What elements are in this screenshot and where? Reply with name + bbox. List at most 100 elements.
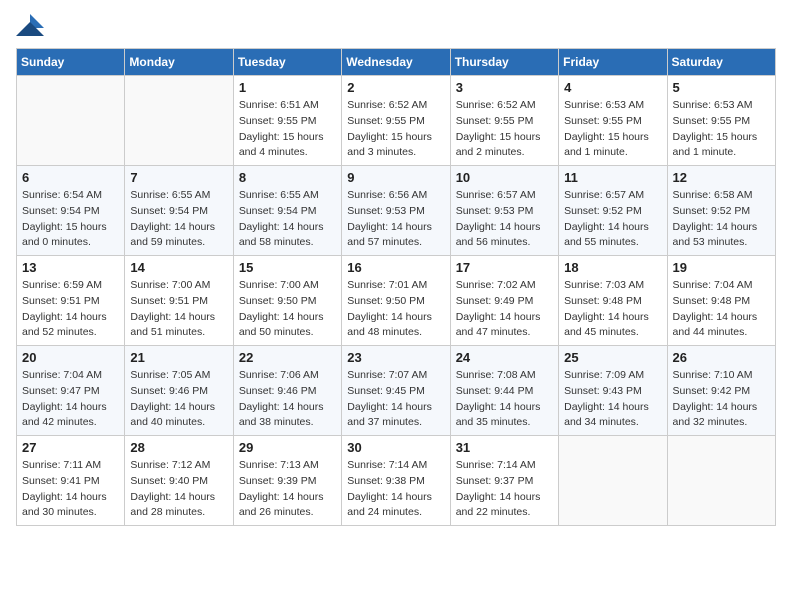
calendar-header-monday: Monday — [125, 49, 233, 76]
day-detail: Sunrise: 6:56 AMSunset: 9:53 PMDaylight:… — [347, 188, 444, 251]
day-number: 26 — [673, 350, 770, 365]
calendar-header-tuesday: Tuesday — [233, 49, 341, 76]
calendar-cell: 3 Sunrise: 6:52 AMSunset: 9:55 PMDaylight… — [450, 76, 558, 166]
calendar-week-row: 1 Sunrise: 6:51 AMSunset: 9:55 PMDaylight… — [17, 76, 776, 166]
day-number: 28 — [130, 440, 227, 455]
calendar-cell: 7 Sunrise: 6:55 AMSunset: 9:54 PMDaylight… — [125, 166, 233, 256]
day-detail: Sunrise: 7:14 AMSunset: 9:38 PMDaylight:… — [347, 458, 444, 521]
day-number: 8 — [239, 170, 336, 185]
calendar-cell: 26Sunrise: 7:10 AMSunset: 9:42 PMDayligh… — [667, 346, 775, 436]
calendar-cell: 13 Sunrise: 6:59 AMSunset: 9:51 PMDayligh… — [17, 256, 125, 346]
day-number: 11 — [564, 170, 661, 185]
calendar-cell: 1 Sunrise: 6:51 AMSunset: 9:55 PMDaylight… — [233, 76, 341, 166]
day-detail: Sunrise: 7:07 AMSunset: 9:45 PMDaylight:… — [347, 368, 444, 431]
day-number: 2 — [347, 80, 444, 95]
calendar-week-row: 6 Sunrise: 6:54 AMSunset: 9:54 PMDaylight… — [17, 166, 776, 256]
calendar-cell: 30 Sunrise: 7:14 AMSunset: 9:38 PMDayligh… — [342, 436, 450, 526]
day-number: 6 — [22, 170, 119, 185]
calendar-cell: 2 Sunrise: 6:52 AMSunset: 9:55 PMDaylight… — [342, 76, 450, 166]
day-detail: Sunrise: 6:55 AMSunset: 9:54 PMDaylight:… — [130, 188, 227, 251]
calendar-week-row: 13 Sunrise: 6:59 AMSunset: 9:51 PMDayligh… — [17, 256, 776, 346]
calendar-cell — [17, 76, 125, 166]
calendar-cell — [125, 76, 233, 166]
day-number: 29 — [239, 440, 336, 455]
calendar-cell: 29 Sunrise: 7:13 AMSunset: 9:39 PMDayligh… — [233, 436, 341, 526]
day-detail: Sunrise: 7:12 AMSunset: 9:40 PMDaylight:… — [130, 458, 227, 521]
calendar-header-thursday: Thursday — [450, 49, 558, 76]
day-number: 21 — [130, 350, 227, 365]
day-detail: Sunrise: 7:06 AMSunset: 9:46 PMDaylight:… — [239, 368, 336, 431]
calendar-cell: 31 Sunrise: 7:14 AMSunset: 9:37 PMDayligh… — [450, 436, 558, 526]
calendar-cell — [559, 436, 667, 526]
day-number: 10 — [456, 170, 553, 185]
day-detail: Sunrise: 7:04 AMSunset: 9:48 PMDaylight:… — [673, 278, 770, 341]
calendar-cell: 19 Sunrise: 7:04 AMSunset: 9:48 PMDayligh… — [667, 256, 775, 346]
day-detail: Sunrise: 7:13 AMSunset: 9:39 PMDaylight:… — [239, 458, 336, 521]
day-detail: Sunrise: 6:57 AMSunset: 9:52 PMDaylight:… — [564, 188, 661, 251]
calendar-cell: 10 Sunrise: 6:57 AMSunset: 9:53 PMDayligh… — [450, 166, 558, 256]
day-number: 31 — [456, 440, 553, 455]
day-detail: Sunrise: 6:53 AMSunset: 9:55 PMDaylight:… — [673, 98, 770, 161]
calendar-cell: 23 Sunrise: 7:07 AMSunset: 9:45 PMDayligh… — [342, 346, 450, 436]
day-number: 16 — [347, 260, 444, 275]
generalblue-logo-icon — [16, 14, 44, 36]
day-detail: Sunrise: 7:01 AMSunset: 9:50 PMDaylight:… — [347, 278, 444, 341]
calendar-week-row: 20 Sunrise: 7:04 AMSunset: 9:47 PMDayligh… — [17, 346, 776, 436]
calendar-cell: 22 Sunrise: 7:06 AMSunset: 9:46 PMDayligh… — [233, 346, 341, 436]
logo — [16, 16, 48, 38]
calendar-table: SundayMondayTuesdayWednesdayThursdayFrid… — [16, 48, 776, 526]
day-number: 25 — [564, 350, 661, 365]
day-number: 18 — [564, 260, 661, 275]
calendar-cell: 27Sunrise: 7:11 AMSunset: 9:41 PMDayligh… — [17, 436, 125, 526]
day-detail: Sunrise: 6:53 AMSunset: 9:55 PMDaylight:… — [564, 98, 661, 161]
day-detail: Sunrise: 6:54 AMSunset: 9:54 PMDaylight:… — [22, 188, 119, 251]
day-number: 12 — [673, 170, 770, 185]
day-number: 1 — [239, 80, 336, 95]
calendar-header-row: SundayMondayTuesdayWednesdayThursdayFrid… — [17, 49, 776, 76]
day-detail: Sunrise: 7:08 AMSunset: 9:44 PMDaylight:… — [456, 368, 553, 431]
day-number: 27 — [22, 440, 119, 455]
day-number: 9 — [347, 170, 444, 185]
calendar-cell: 14 Sunrise: 7:00 AMSunset: 9:51 PMDayligh… — [125, 256, 233, 346]
calendar-cell: 12 Sunrise: 6:58 AMSunset: 9:52 PMDayligh… — [667, 166, 775, 256]
day-number: 30 — [347, 440, 444, 455]
day-number: 15 — [239, 260, 336, 275]
day-detail: Sunrise: 7:04 AMSunset: 9:47 PMDaylight:… — [22, 368, 119, 431]
day-number: 3 — [456, 80, 553, 95]
day-number: 23 — [347, 350, 444, 365]
calendar-cell: 21 Sunrise: 7:05 AMSunset: 9:46 PMDayligh… — [125, 346, 233, 436]
day-detail: Sunrise: 7:00 AMSunset: 9:50 PMDaylight:… — [239, 278, 336, 341]
calendar-header-wednesday: Wednesday — [342, 49, 450, 76]
day-detail: Sunrise: 7:02 AMSunset: 9:49 PMDaylight:… — [456, 278, 553, 341]
calendar-cell: 16 Sunrise: 7:01 AMSunset: 9:50 PMDayligh… — [342, 256, 450, 346]
calendar-cell: 25Sunrise: 7:09 AMSunset: 9:43 PMDayligh… — [559, 346, 667, 436]
day-detail: Sunrise: 6:57 AMSunset: 9:53 PMDaylight:… — [456, 188, 553, 251]
calendar-cell: 28 Sunrise: 7:12 AMSunset: 9:40 PMDayligh… — [125, 436, 233, 526]
calendar-cell: 15 Sunrise: 7:00 AMSunset: 9:50 PMDayligh… — [233, 256, 341, 346]
day-number: 13 — [22, 260, 119, 275]
day-detail: Sunrise: 7:05 AMSunset: 9:46 PMDaylight:… — [130, 368, 227, 431]
day-detail: Sunrise: 6:58 AMSunset: 9:52 PMDaylight:… — [673, 188, 770, 251]
day-detail: Sunrise: 6:51 AMSunset: 9:55 PMDaylight:… — [239, 98, 336, 161]
calendar-cell: 8 Sunrise: 6:55 AMSunset: 9:54 PMDaylight… — [233, 166, 341, 256]
day-number: 14 — [130, 260, 227, 275]
day-number: 20 — [22, 350, 119, 365]
calendar-cell: 4 Sunrise: 6:53 AMSunset: 9:55 PMDaylight… — [559, 76, 667, 166]
day-number: 7 — [130, 170, 227, 185]
day-number: 5 — [673, 80, 770, 95]
calendar-cell: 5 Sunrise: 6:53 AMSunset: 9:55 PMDaylight… — [667, 76, 775, 166]
calendar-cell: 20 Sunrise: 7:04 AMSunset: 9:47 PMDayligh… — [17, 346, 125, 436]
day-detail: Sunrise: 6:59 AMSunset: 9:51 PMDaylight:… — [22, 278, 119, 341]
calendar-week-row: 27Sunrise: 7:11 AMSunset: 9:41 PMDayligh… — [17, 436, 776, 526]
calendar-cell: 6 Sunrise: 6:54 AMSunset: 9:54 PMDaylight… — [17, 166, 125, 256]
calendar-cell: 18Sunrise: 7:03 AMSunset: 9:48 PMDayligh… — [559, 256, 667, 346]
day-detail: Sunrise: 6:52 AMSunset: 9:55 PMDaylight:… — [347, 98, 444, 161]
day-number: 19 — [673, 260, 770, 275]
day-detail: Sunrise: 6:55 AMSunset: 9:54 PMDaylight:… — [239, 188, 336, 251]
day-number: 22 — [239, 350, 336, 365]
calendar-header-friday: Friday — [559, 49, 667, 76]
day-detail: Sunrise: 6:52 AMSunset: 9:55 PMDaylight:… — [456, 98, 553, 161]
day-detail: Sunrise: 7:00 AMSunset: 9:51 PMDaylight:… — [130, 278, 227, 341]
day-detail: Sunrise: 7:14 AMSunset: 9:37 PMDaylight:… — [456, 458, 553, 521]
day-number: 4 — [564, 80, 661, 95]
